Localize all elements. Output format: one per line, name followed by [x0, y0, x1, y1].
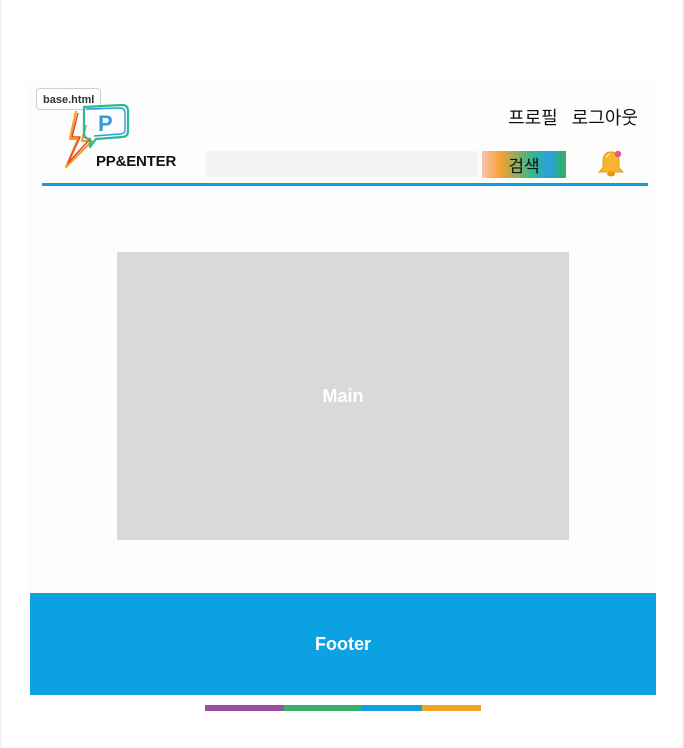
- top-nav: 프로필 로그아웃: [508, 104, 638, 130]
- stripe-blue: [361, 705, 422, 711]
- profile-link[interactable]: 프로필: [508, 104, 558, 130]
- brand-name[interactable]: PP&ENTER: [96, 153, 176, 170]
- logout-link[interactable]: 로그아웃: [572, 104, 638, 130]
- footer-label: Footer: [315, 633, 371, 654]
- logo-letter: P: [98, 111, 113, 136]
- search-button[interactable]: 검색: [482, 151, 566, 178]
- stripe-green: [284, 705, 361, 711]
- footer: Footer: [30, 593, 656, 695]
- header-divider: [42, 183, 648, 186]
- search-input[interactable]: [206, 151, 478, 177]
- stripe-purple: [205, 705, 284, 711]
- main-label: Main: [322, 385, 364, 406]
- notification-dot: [614, 150, 622, 158]
- bell-icon[interactable]: [597, 148, 625, 178]
- stripe-orange: [422, 705, 481, 711]
- main-placeholder: Main: [117, 252, 569, 540]
